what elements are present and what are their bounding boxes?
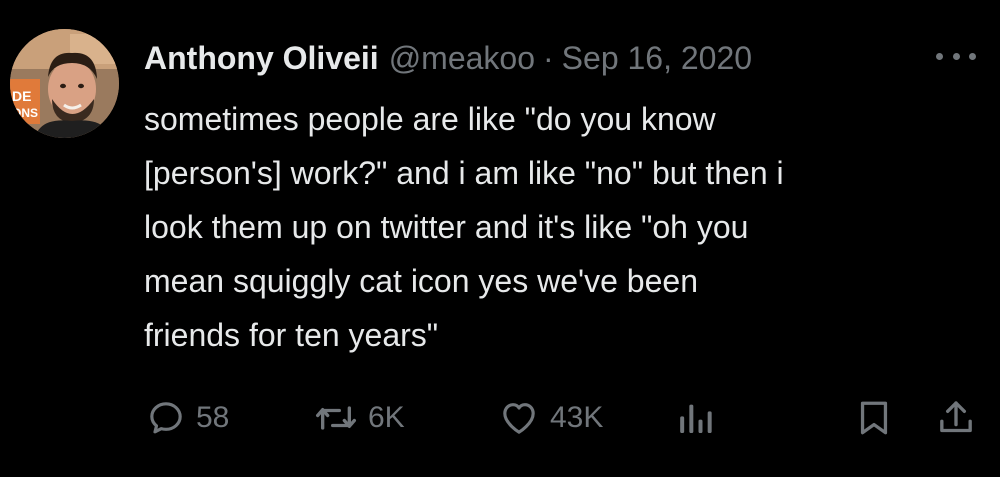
- more-icon[interactable]: [936, 46, 976, 66]
- author-display-name[interactable]: Anthony Oliveii: [144, 36, 379, 80]
- svg-text:ONS: ONS: [12, 106, 38, 120]
- retweet-button[interactable]: 6K: [314, 393, 405, 443]
- retweet-count: 6K: [368, 401, 405, 434]
- share-button[interactable]: [936, 393, 976, 443]
- svg-text:DE: DE: [12, 88, 31, 104]
- separator-dot: ·: [543, 40, 554, 76]
- action-bar: 58 6K 43K: [0, 393, 1000, 443]
- more-dot: [952, 52, 960, 60]
- profile-photo: DE ONS: [10, 29, 119, 138]
- more-dot: [936, 52, 943, 60]
- tweet-text-line: look them up on twitter and it's like "o…: [144, 209, 749, 245]
- like-button[interactable]: 43K: [498, 393, 603, 443]
- reply-icon: [150, 402, 182, 434]
- tweet-text-line: mean squiggly cat icon yes we've been: [144, 263, 698, 299]
- bookmark-icon: [860, 401, 888, 435]
- bookmark-button[interactable]: [856, 393, 892, 443]
- share-icon: [940, 401, 972, 433]
- retweet-icon: [315, 406, 356, 430]
- like-count: 43K: [550, 401, 604, 434]
- avatar[interactable]: DE ONS: [10, 29, 119, 138]
- reply-button[interactable]: 58: [146, 393, 229, 443]
- tweet-text-line: [person's] work?" and i am like "no" but…: [144, 155, 784, 191]
- tweet-date[interactable]: Sep 16, 2020: [562, 36, 752, 80]
- reply-count: 58: [196, 401, 230, 434]
- more-dot: [969, 52, 976, 60]
- tweet: DE ONS Anthony Oliveii @meakoo · Sep 16,…: [0, 0, 1000, 477]
- tweet-text-line: friends for ten years": [144, 317, 439, 353]
- views-chart-icon: [680, 404, 712, 433]
- tweet-header: Anthony Oliveii @meakoo · Sep 16, 2020: [144, 36, 752, 80]
- heart-icon: [503, 403, 535, 434]
- tweet-text: sometimes people are like "do you know […: [144, 92, 984, 362]
- tweet-text-line: sometimes people are like "do you know: [144, 101, 716, 137]
- author-handle[interactable]: @meakoo: [389, 36, 535, 80]
- views-button[interactable]: [676, 393, 716, 443]
